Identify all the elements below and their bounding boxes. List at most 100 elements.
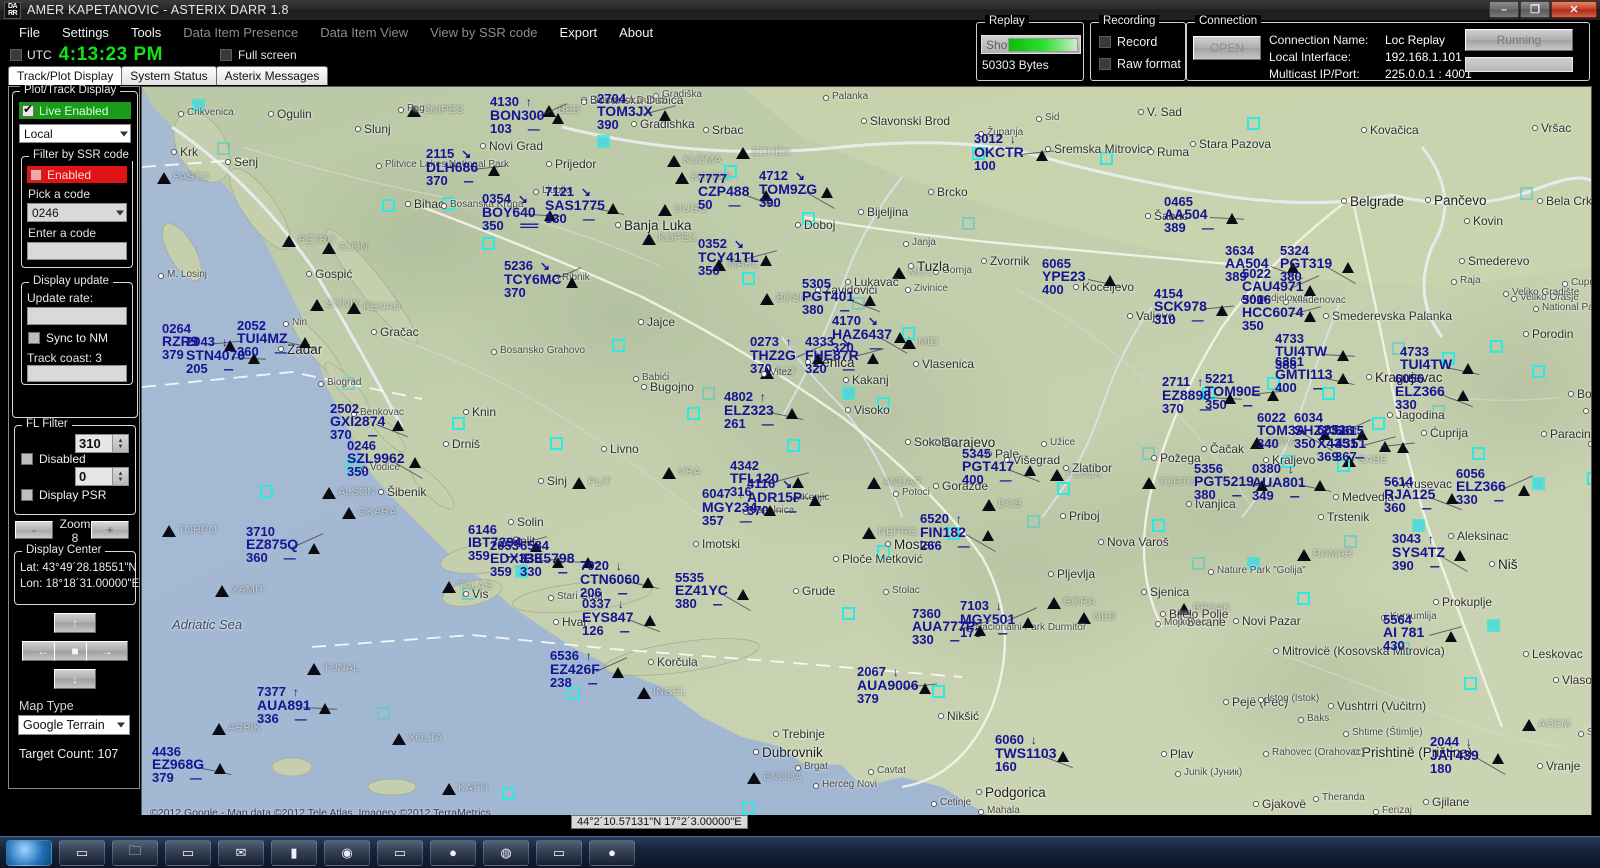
plot-symbol[interactable] bbox=[452, 417, 465, 430]
track-label[interactable]: 0337 ↓ EYS847 126 --- bbox=[582, 597, 633, 638]
aircraft-symbol-icon[interactable] bbox=[1337, 373, 1349, 384]
fullscreen-toggle[interactable]: Full screen bbox=[219, 48, 297, 62]
aircraft-symbol-icon[interactable] bbox=[1104, 275, 1116, 286]
track-label[interactable]: 2711 ↑ EZ8898 370— bbox=[1162, 375, 1212, 416]
aircraft-symbol-icon[interactable] bbox=[659, 110, 671, 121]
plot-symbol[interactable] bbox=[1152, 519, 1165, 532]
plot-symbol[interactable] bbox=[787, 439, 800, 452]
aircraft-symbol-icon[interactable] bbox=[319, 703, 331, 714]
raw-format-checkbox[interactable] bbox=[1099, 58, 1111, 70]
tab-system-status[interactable]: System Status bbox=[121, 66, 217, 85]
menu-item-data-item-presence[interactable]: Data Item Presence bbox=[172, 23, 309, 42]
aircraft-symbol-icon[interactable] bbox=[1492, 753, 1504, 764]
aircraft-symbol-icon[interactable] bbox=[1216, 305, 1228, 316]
track-label[interactable]: 3012 ↓ OKCTR 100 bbox=[974, 132, 1024, 172]
taskbar-window-icon-2[interactable]: ▭ bbox=[165, 839, 211, 866]
aircraft-symbol-icon[interactable] bbox=[1518, 485, 1530, 496]
taskbar-media-icon[interactable]: ◍ bbox=[483, 839, 529, 866]
track-label[interactable]: 6056 ELZ366 330 --- bbox=[1456, 467, 1506, 507]
sync-to-nm-row[interactable]: Sync to NM bbox=[28, 331, 108, 345]
aircraft-symbol-icon[interactable] bbox=[1337, 350, 1349, 361]
plot-symbol[interactable] bbox=[1057, 482, 1070, 495]
plot-symbol[interactable] bbox=[1532, 477, 1545, 490]
track-label[interactable]: 6056 ELZ366 330 bbox=[1395, 372, 1445, 411]
aircraft-symbol-icon[interactable] bbox=[764, 505, 776, 516]
track-label[interactable]: 2704 TOM3JX 390 bbox=[597, 92, 653, 131]
aircraft-symbol-icon[interactable] bbox=[1304, 285, 1316, 296]
track-coast-input[interactable] bbox=[27, 365, 127, 382]
plot-symbol[interactable] bbox=[702, 387, 715, 400]
aircraft-symbol-icon[interactable] bbox=[919, 683, 931, 694]
menu-item-about[interactable]: About bbox=[608, 23, 664, 42]
aircraft-symbol-icon[interactable] bbox=[1036, 150, 1048, 161]
fl-upper-value[interactable]: 310 bbox=[75, 434, 113, 453]
track-label[interactable]: 0354 ↘ BOY640 350 === bbox=[482, 192, 539, 233]
plot-symbol[interactable] bbox=[1372, 417, 1385, 430]
aircraft-symbol-icon[interactable] bbox=[894, 332, 906, 343]
fl-lower-value[interactable]: 0 bbox=[75, 467, 113, 486]
fl-upper-stepper-buttons[interactable]: ▲ ▼ bbox=[113, 434, 129, 453]
track-label[interactable]: 4130 ↑ BON300 103— bbox=[490, 95, 544, 136]
zoom-in-button[interactable]: + bbox=[91, 521, 129, 539]
close-button[interactable]: ✕ bbox=[1551, 1, 1597, 18]
plot-symbol[interactable] bbox=[962, 217, 975, 230]
raw-format-checkbox-row[interactable]: Raw format bbox=[1099, 57, 1181, 71]
track-label[interactable]: 2115 ↘ DLH686 370 --- bbox=[426, 147, 478, 188]
aircraft-symbol-icon[interactable] bbox=[644, 615, 656, 626]
aircraft-symbol-icon[interactable] bbox=[1267, 390, 1279, 401]
track-label[interactable]: 5564 AI 781 430 bbox=[1383, 613, 1424, 652]
aircraft-symbol-icon[interactable] bbox=[1057, 751, 1069, 762]
menu-item-data-item-view[interactable]: Data Item View bbox=[309, 23, 419, 42]
aircraft-symbol-icon[interactable] bbox=[1445, 631, 1457, 642]
taskbar-record-icon-1[interactable]: ● bbox=[430, 839, 476, 866]
plot-symbol[interactable] bbox=[192, 99, 205, 112]
plot-symbol[interactable] bbox=[1100, 152, 1113, 165]
track-label[interactable]: 5614 RJA125 360 --- bbox=[1384, 475, 1435, 515]
aircraft-symbol-icon[interactable] bbox=[1022, 617, 1034, 628]
record-checkbox[interactable] bbox=[1099, 36, 1111, 48]
aircraft-symbol-icon[interactable] bbox=[1224, 393, 1236, 404]
aircraft-symbol-icon[interactable] bbox=[612, 667, 624, 678]
display-psr-checkbox[interactable] bbox=[21, 489, 33, 501]
track-label[interactable]: 4333 ↘ FHE87R 320— bbox=[805, 335, 859, 376]
maximize-button[interactable]: ❐ bbox=[1520, 1, 1550, 18]
live-enabled-checkbox[interactable] bbox=[22, 103, 34, 117]
aircraft-symbol-icon[interactable] bbox=[1342, 262, 1354, 273]
aircraft-symbol-icon[interactable] bbox=[1462, 363, 1474, 374]
plot-symbol[interactable] bbox=[1520, 187, 1533, 200]
taskbar-window-icon-3[interactable]: ▭ bbox=[536, 839, 582, 866]
track-label[interactable]: 6060 ↓ TWS1103 160 bbox=[995, 733, 1056, 773]
track-label[interactable]: 7020 ↓ CTN6060 206 --- bbox=[580, 559, 640, 600]
track-label[interactable]: 6520 ↑ FIN182 266— bbox=[920, 512, 970, 553]
track-label[interactable]: 2044 ↓ JAT439 180 bbox=[1430, 735, 1479, 775]
fullscreen-checkbox[interactable] bbox=[219, 49, 232, 61]
taskbar-screen-icon[interactable]: ▭ bbox=[377, 839, 423, 866]
aircraft-symbol-icon[interactable] bbox=[1457, 390, 1469, 401]
aircraft-symbol-icon[interactable] bbox=[867, 353, 879, 364]
plot-symbol[interactable] bbox=[482, 237, 495, 250]
start-orb-icon[interactable] bbox=[6, 839, 52, 866]
taskbar-window-icon-1[interactable]: ▭ bbox=[59, 839, 105, 866]
track-label[interactable]: 7777 CZP488 50— bbox=[698, 172, 749, 212]
track-label[interactable]: 4712 ↘ TOM9ZG 390 bbox=[759, 169, 817, 209]
plot-symbol[interactable] bbox=[377, 707, 390, 720]
aircraft-symbol-icon[interactable] bbox=[214, 763, 226, 774]
track-label[interactable]: 5615 4351 367 bbox=[1335, 424, 1366, 463]
aircraft-symbol-icon[interactable] bbox=[974, 625, 986, 636]
fl-lower-stepper-buttons[interactable]: ▲ ▼ bbox=[113, 467, 129, 486]
aircraft-symbol-icon[interactable] bbox=[760, 255, 772, 266]
track-label[interactable]: 2052 TUI4MZ 360— bbox=[237, 319, 288, 359]
plot-symbol[interactable] bbox=[1192, 557, 1205, 570]
aircraft-symbol-icon[interactable] bbox=[1304, 311, 1316, 322]
aircraft-symbol-icon[interactable] bbox=[982, 530, 994, 541]
ssr-code-input[interactable] bbox=[27, 242, 127, 260]
ssr-enabled-toggle[interactable]: Enabled bbox=[27, 166, 127, 183]
menu-item-settings[interactable]: Settings bbox=[51, 23, 120, 42]
plot-symbol[interactable] bbox=[260, 485, 273, 498]
taskbar-terminal-icon[interactable]: ▮ bbox=[271, 839, 317, 866]
aircraft-symbol-icon[interactable] bbox=[299, 337, 311, 348]
fl-upper-stepper[interactable]: 310 ▲ ▼ bbox=[75, 434, 129, 453]
live-enabled-toggle[interactable]: Live Enabled bbox=[19, 102, 131, 119]
plot-symbol[interactable] bbox=[742, 802, 755, 815]
track-label[interactable]: 7377 ↑ AUA891 336— bbox=[257, 685, 311, 726]
